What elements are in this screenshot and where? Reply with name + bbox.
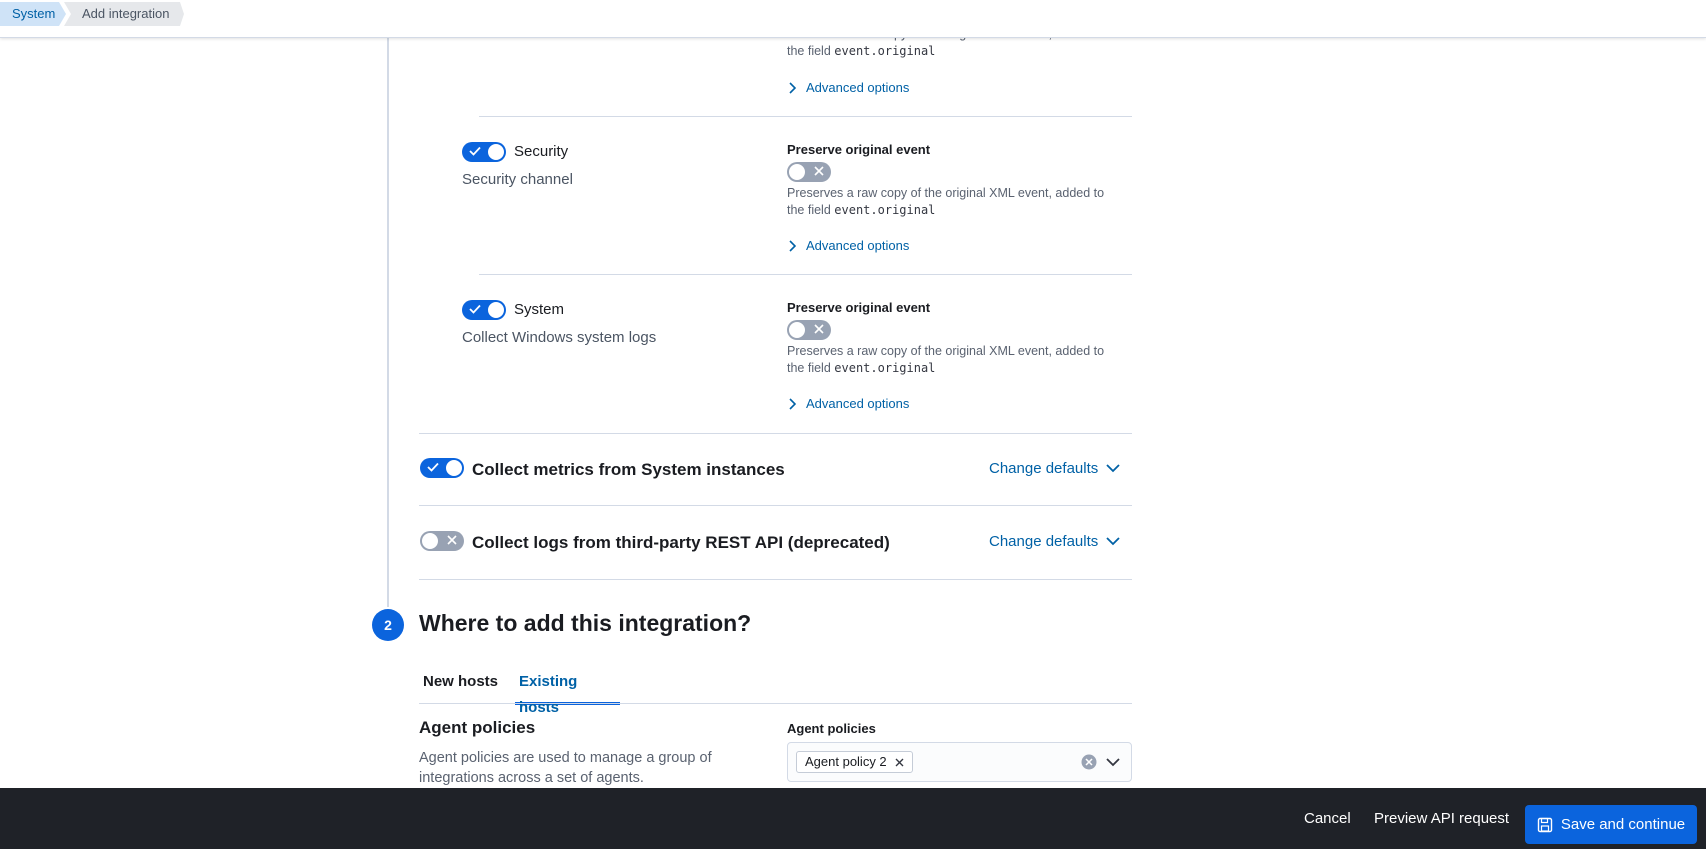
stream-description-security: Security channel (462, 171, 573, 188)
advanced-options-toggle[interactable]: Advanced options (788, 396, 909, 411)
top-bar: System Add integration (0, 0, 1706, 38)
divider (419, 579, 1132, 580)
change-defaults-metrics-button[interactable]: Change defaults (989, 460, 1120, 477)
check-icon (427, 462, 439, 472)
stream-title-system: System (514, 301, 565, 318)
divider (479, 116, 1132, 117)
save-and-continue-button[interactable]: Save and continue (1525, 805, 1697, 844)
tabs-divider (419, 703, 1132, 704)
chevron-right-icon (789, 239, 796, 252)
security-stream-toggle[interactable] (462, 142, 506, 162)
advanced-options-toggle[interactable]: Advanced options (788, 80, 909, 95)
agent-policies-combobox[interactable]: Agent policy 2 (787, 742, 1132, 782)
check-icon (469, 146, 481, 156)
divider (419, 505, 1132, 506)
chevron-down-icon (1106, 537, 1120, 546)
cross-icon (447, 535, 457, 545)
save-button-label: Save and continue (1560, 816, 1686, 833)
chevron-right-icon (789, 397, 796, 410)
preserve-help-text: Preserves a raw copy of the original XML… (787, 186, 1105, 217)
chevron-right-icon (789, 81, 796, 94)
breadcrumb-system[interactable]: System (0, 2, 66, 26)
breadcrumb-add-integration: Add integration (64, 2, 184, 26)
preserve-original-event-label: Preserve original event (787, 142, 931, 157)
agent-policies-field-label: Agent policies (787, 721, 876, 736)
divider (419, 433, 1132, 434)
chevron-down-icon[interactable] (1106, 758, 1120, 767)
step-title: Where to add this integration? (419, 610, 752, 636)
preserve-help-text: Preserves a raw copy of the original XML… (787, 344, 1105, 375)
selected-policy-pill: Agent policy 2 (796, 751, 913, 773)
agent-policies-description: Agent policies are used to manage a grou… (419, 750, 712, 786)
chevron-down-icon (1106, 464, 1120, 473)
remove-icon[interactable] (895, 758, 904, 767)
preview-api-request-button[interactable]: Preview API request (1374, 788, 1509, 849)
input-title-metrics: Collect metrics from System instances (472, 460, 785, 479)
agent-policies-heading: Agent policies (419, 718, 536, 737)
tab-new-hosts[interactable]: New hosts (419, 669, 502, 705)
change-defaults-rest-api-button[interactable]: Change defaults (989, 533, 1120, 550)
clear-icon[interactable] (1081, 754, 1097, 770)
tab-existing-hosts[interactable]: Existing hosts (515, 669, 620, 716)
step-connector-line (387, 38, 389, 607)
stream-description-system: Collect Windows system logs (462, 329, 657, 346)
cross-icon (814, 324, 824, 334)
system-stream-toggle[interactable] (462, 300, 506, 320)
preserve-original-event-label: Preserve original event (787, 300, 931, 315)
check-icon (469, 304, 481, 314)
input-title-rest-api: Collect logs from third-party REST API (… (472, 533, 890, 552)
stream-title-security: Security (514, 143, 569, 160)
divider (479, 274, 1132, 275)
cross-icon (814, 166, 824, 176)
step-number-badge: 2 (372, 609, 404, 641)
cancel-button[interactable]: Cancel (1304, 788, 1351, 849)
bottom-action-bar: Cancel Preview API request Save and cont… (0, 788, 1706, 849)
preserve-original-event-toggle[interactable] (787, 162, 831, 182)
collect-logs-rest-api-toggle[interactable] (420, 531, 464, 551)
advanced-options-toggle[interactable]: Advanced options (788, 238, 909, 253)
save-icon (1537, 817, 1553, 832)
collect-metrics-toggle[interactable] (420, 458, 464, 478)
selected-policy-label: Agent policy 2 (805, 754, 887, 769)
preserve-original-event-toggle[interactable] (787, 320, 831, 340)
